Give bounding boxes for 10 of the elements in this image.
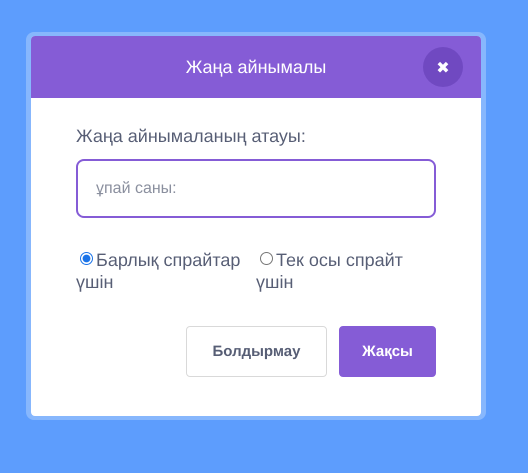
field-label: Жаңа айнымаланың атауы: <box>76 126 306 147</box>
cancel-button[interactable]: Болдырмау <box>186 326 327 377</box>
radio-option[interactable]: Барлық спрайтар үшін <box>76 249 250 293</box>
ok-button[interactable]: Жақсы <box>339 326 436 377</box>
dialog-title: Жаңа айнымалы <box>186 56 326 78</box>
input-field[interactable]: ұпай саны: <box>76 159 436 218</box>
close-button[interactable]: ✖ <box>423 47 463 87</box>
radio-button[interactable] <box>80 252 93 265</box>
radio-button[interactable] <box>260 252 273 265</box>
radio-option[interactable]: Тек осы спрайт үшін <box>256 249 430 293</box>
